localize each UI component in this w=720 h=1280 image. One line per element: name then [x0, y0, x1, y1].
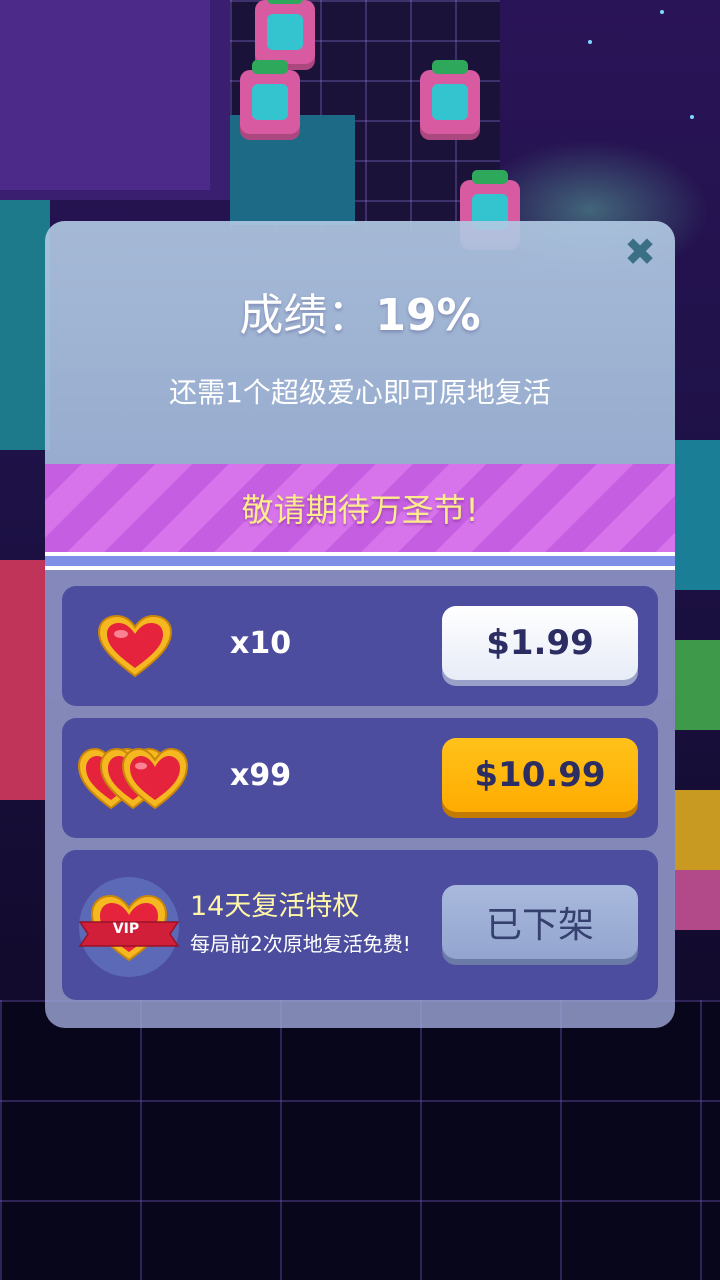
star [690, 115, 694, 119]
purple-cube [0, 0, 230, 200]
vip-badge-text: VIP [112, 921, 140, 937]
close-button[interactable]: ✖ [619, 230, 661, 274]
revive-shop-dialog: ✖ 成绩：19% 还需1个超级爱心即可原地复活 敬请期待万圣节! x10 $1.… [45, 221, 675, 1028]
pink-cube [675, 870, 720, 930]
delisted-button[interactable]: 已下架 [442, 885, 638, 959]
vip-title: 14天复活特权 [190, 891, 360, 922]
close-icon: ✖ [624, 230, 656, 274]
grid-floor [0, 1000, 720, 1280]
offer-row-vip: VIP 14天复活特权 每局前2次原地复活免费! 已下架 [62, 850, 658, 1000]
vip-description: 每局前2次原地复活免费! [190, 932, 411, 956]
event-banner: 敬请期待万圣节! [45, 464, 675, 552]
teal-cube [0, 200, 50, 450]
divider [45, 552, 675, 572]
buy-button-1-99[interactable]: $1.99 [442, 606, 638, 680]
offer-quantity: x99 [230, 758, 292, 793]
single-gold-heart-icon [97, 614, 173, 678]
offer-row-hearts-99: x99 $10.99 [62, 718, 658, 838]
banner-text: 敬请期待万圣节! [241, 491, 479, 529]
green-cube [675, 640, 720, 730]
robot-obstacle [420, 60, 480, 140]
red-cube [0, 560, 45, 800]
triple-gold-heart-icon [77, 747, 189, 810]
score-value: 19% [375, 290, 481, 341]
buy-button-10-99[interactable]: $10.99 [442, 738, 638, 812]
vip-heart-badge-icon: VIP [74, 872, 184, 982]
offer-row-hearts-10: x10 $1.99 [62, 586, 658, 706]
robot-obstacle [240, 60, 300, 140]
revive-message: 还需1个超级爱心即可原地复活 [169, 376, 551, 409]
star [588, 40, 592, 44]
score-label: 成绩： [239, 290, 372, 341]
yellow-cube [675, 790, 720, 870]
star [660, 10, 664, 14]
score-display: 成绩：19% [45, 279, 675, 343]
teal-cube [675, 440, 720, 590]
offer-quantity: x10 [230, 626, 292, 661]
